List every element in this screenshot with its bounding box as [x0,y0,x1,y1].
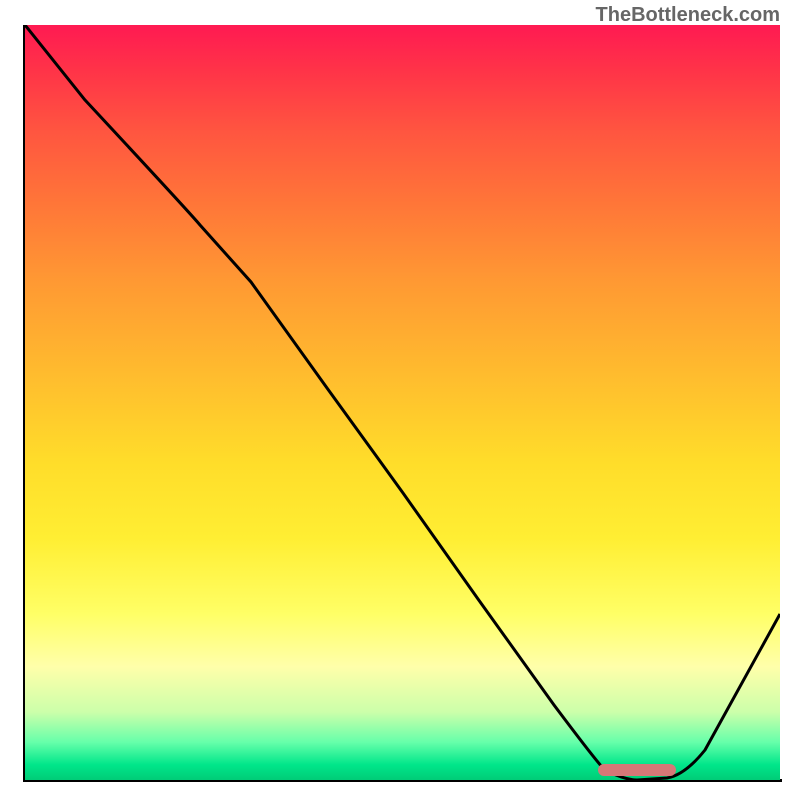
optimal-range-marker [598,764,676,776]
curve-layer [25,25,780,780]
bottleneck-curve-path [25,25,780,780]
plot-area [25,25,780,780]
watermark-label: TheBottleneck.com [596,4,780,27]
chart-container: TheBottleneck.com [0,0,800,800]
